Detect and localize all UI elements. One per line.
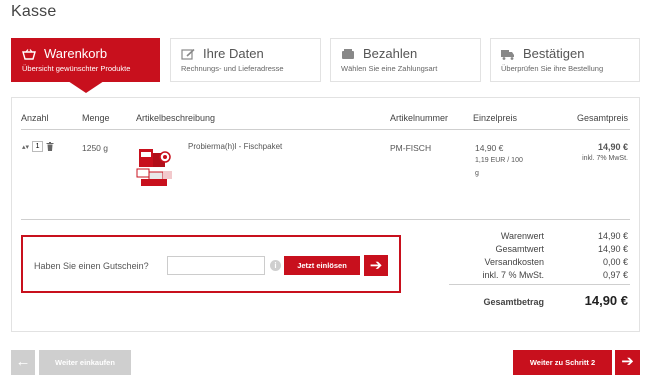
- product-tax-note: inkl. 7% MwSt.: [582, 155, 628, 162]
- warenwert-value: 14,90 €: [597, 231, 628, 241]
- step-subtitle: Rechnungs- und Lieferadresse: [181, 64, 284, 73]
- gesamtbetrag-label: Gesamtbetrag: [483, 297, 544, 307]
- product-gesamtpreis: 14,90 €: [597, 142, 628, 152]
- edit-icon: [181, 48, 195, 60]
- col-header-artikelnummer: Artikelnummer: [390, 113, 449, 123]
- product-einzelpreis: 14,90 €: [475, 143, 504, 153]
- step-warenkorb[interactable]: Warenkorb Übersicht gewünschter Produkte: [11, 38, 160, 93]
- quantity-control: ▴▾: [22, 141, 54, 152]
- versandkosten-value: 0,00 €: [602, 257, 628, 267]
- step-bestaetigen[interactable]: Bestätigen Überprüfen Sie ihre Bestellun…: [490, 38, 640, 82]
- gesamtwert-value: 14,90 €: [597, 244, 628, 254]
- col-header-beschreibung: Artikelbeschreibung: [136, 113, 216, 123]
- versandkosten-label: Versandkosten: [484, 257, 544, 267]
- trash-icon[interactable]: [46, 142, 54, 151]
- next-step-button[interactable]: Weiter zu Schritt 2: [513, 350, 612, 375]
- gesamtwert-label: Gesamtwert: [495, 244, 544, 254]
- quantity-stepper[interactable]: ▴▾: [22, 143, 29, 151]
- warenwert-label: Warenwert: [500, 231, 544, 241]
- mwst-value: 0,97 €: [602, 270, 628, 280]
- step-subtitle: Überprüfen Sie ihre Bestellung: [501, 64, 604, 73]
- product-grundpreis: 1,19 EUR / 100: [475, 157, 523, 164]
- arrow-right-icon[interactable]: ➔: [364, 255, 388, 276]
- divider: [21, 219, 630, 220]
- wallet-icon: [341, 48, 355, 59]
- gesamtbetrag-value: 14,90 €: [584, 293, 628, 308]
- step-bezahlen[interactable]: Bezahlen Wählen Sie eine Zahlungsart: [330, 38, 481, 82]
- redeem-voucher-button[interactable]: Jetzt einlösen: [284, 256, 360, 275]
- col-header-anzahl: Anzahl: [21, 113, 49, 123]
- voucher-input[interactable]: [167, 256, 265, 275]
- step-title: Bezahlen: [363, 46, 418, 61]
- col-header-gesamtpreis: Gesamtpreis: [576, 113, 628, 123]
- voucher-label: Haben Sie einen Gutschein?: [34, 261, 149, 271]
- product-name[interactable]: Probierma(h)l - Fischpaket: [188, 142, 282, 151]
- arrow-left-icon[interactable]: ←: [11, 350, 35, 375]
- step-ihre-daten[interactable]: Ihre Daten Rechnungs- und Lieferadresse: [170, 38, 321, 82]
- step-title: Bestätigen: [523, 46, 585, 61]
- product-menge: 1250 g: [82, 143, 108, 153]
- step-title: Ihre Daten: [203, 46, 264, 61]
- divider: [449, 284, 630, 285]
- product-image[interactable]: [133, 143, 175, 191]
- mwst-label: inkl. 7 % MwSt.: [482, 270, 544, 280]
- step-title: Warenkorb: [44, 46, 108, 61]
- product-grundpreis-unit: g: [475, 170, 479, 177]
- step-subtitle: Wählen Sie eine Zahlungsart: [341, 64, 438, 73]
- cart-panel: Anzahl Menge Artikelbeschreibung Artikel…: [11, 97, 640, 332]
- continue-shopping-button[interactable]: Weiter einkaufen: [39, 350, 131, 375]
- product-artikelnummer: PM-FISCH: [390, 143, 432, 153]
- truck-icon: [501, 48, 515, 60]
- checkout-steps: Warenkorb Übersicht gewünschter Produkte…: [11, 38, 640, 93]
- quantity-input[interactable]: [32, 141, 44, 152]
- basket-icon: [22, 48, 36, 60]
- col-header-menge: Menge: [82, 113, 110, 123]
- page-title: Kasse: [11, 3, 57, 20]
- divider: [21, 129, 630, 130]
- col-header-einzelpreis: Einzelpreis: [473, 113, 518, 123]
- arrow-right-icon[interactable]: ➔: [615, 350, 640, 375]
- voucher-box: Haben Sie einen Gutschein? i Jetzt einlö…: [21, 235, 401, 293]
- info-icon[interactable]: i: [270, 260, 281, 271]
- step-subtitle: Übersicht gewünschter Produkte: [22, 64, 131, 73]
